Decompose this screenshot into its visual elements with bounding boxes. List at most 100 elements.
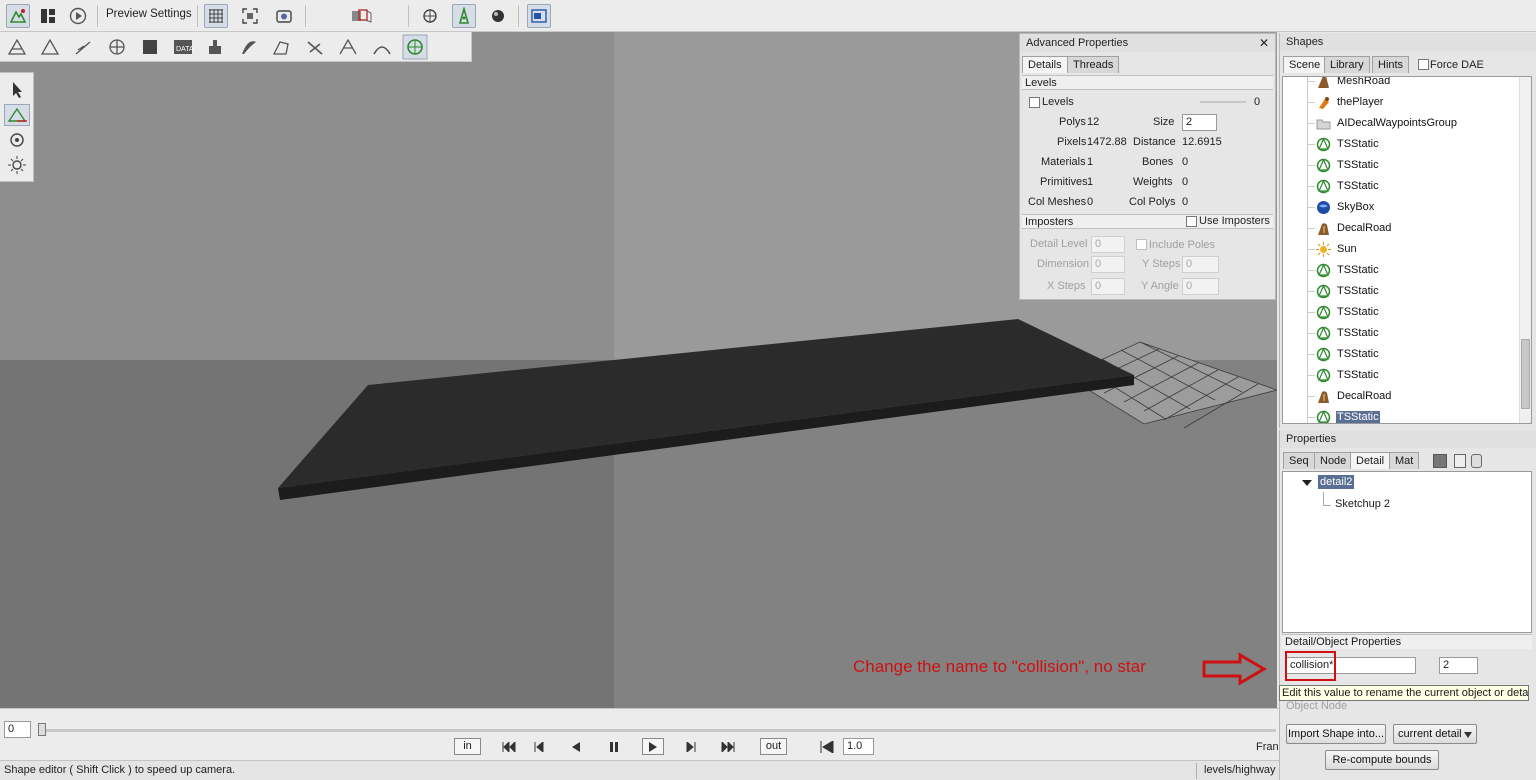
include-poles-checkbox[interactable] <box>1136 239 1147 250</box>
scene-tree-item-label: SkyBox <box>1337 201 1375 213</box>
current-detail-select[interactable]: current detail <box>1393 724 1477 744</box>
detail-tree[interactable]: detail2 Sketchup 2 <box>1282 471 1532 633</box>
save-icon[interactable] <box>1433 454 1447 468</box>
gui-editor-icon[interactable] <box>36 4 60 28</box>
level-path: levels/highway <box>1204 764 1276 776</box>
levels-slider[interactable] <box>1200 101 1246 103</box>
size-input[interactable]: 2 <box>1182 114 1217 131</box>
force-dae-checkbox[interactable] <box>1418 59 1429 70</box>
col-polys-label: Col Polys <box>1129 196 1176 208</box>
object-view-icon[interactable] <box>350 4 374 28</box>
fit-view-icon[interactable] <box>238 4 262 28</box>
grid-icon[interactable] <box>204 4 228 28</box>
delete-icon[interactable] <box>1471 454 1482 468</box>
x-steps-input[interactable]: 0 <box>1091 278 1125 295</box>
play-icon[interactable] <box>66 4 90 28</box>
scene-tree-item[interactable]: TSStatic <box>1283 260 1523 281</box>
skip-start-icon[interactable] <box>498 738 520 755</box>
levels-checkbox[interactable] <box>1029 97 1040 108</box>
y-steps-input[interactable]: 0 <box>1182 256 1219 273</box>
polys-value: 12 <box>1087 116 1100 128</box>
world-editor-icon[interactable] <box>6 4 30 28</box>
scene-tree-item-label: TSStatic <box>1336 411 1380 423</box>
player-icon <box>1316 95 1331 110</box>
scene-tree-item[interactable]: TSStatic <box>1283 407 1523 423</box>
skip-end-icon[interactable] <box>717 738 739 755</box>
timeline-slider[interactable] <box>40 729 1276 732</box>
step-forward-icon[interactable] <box>680 738 702 755</box>
preview-settings-label[interactable]: Preview Settings <box>106 8 192 20</box>
import-shape-button[interactable]: Import Shape into... <box>1286 724 1386 744</box>
status-text: Shape editor ( Shift Click ) to speed up… <box>4 764 236 776</box>
sketchup-node[interactable]: Sketchup 2 <box>1335 498 1390 510</box>
translate-gizmo-icon[interactable] <box>4 104 30 126</box>
tsstatic-palette-icon[interactable] <box>403 35 427 59</box>
scene-tree-item[interactable]: thePlayer <box>1283 92 1523 113</box>
scene-tree-item[interactable]: DecalRoad <box>1283 386 1523 407</box>
speed-input[interactable]: 1.0 <box>843 738 874 755</box>
speed-icon[interactable] <box>816 738 838 755</box>
select-icon[interactable] <box>418 4 442 28</box>
y-angle-input[interactable]: 0 <box>1182 278 1219 295</box>
window-icon[interactable] <box>527 4 551 28</box>
tab-mat[interactable]: Mat <box>1389 452 1420 469</box>
frame-input[interactable]: 0 <box>4 721 31 738</box>
out-button[interactable]: out <box>760 738 787 755</box>
close-icon[interactable]: ✕ <box>1259 36 1269 50</box>
current-detail-value: current detail <box>1398 728 1462 740</box>
scene-tree-item-label: DecalRoad <box>1337 222 1392 234</box>
status-bar: Shape editor ( Shift Click ) to speed up… <box>0 760 1279 780</box>
scene-tree-item-label: TSStatic <box>1337 285 1379 297</box>
new-detail-icon[interactable] <box>1454 454 1466 468</box>
tab-detail[interactable]: Detail <box>1350 452 1391 469</box>
camera-icon[interactable] <box>272 4 296 28</box>
recompute-bounds-button[interactable]: Re-compute bounds <box>1325 750 1439 770</box>
tab-library[interactable]: Library <box>1324 56 1370 73</box>
scene-tree-item[interactable]: TSStatic <box>1283 281 1523 302</box>
tab-details[interactable]: Details <box>1022 56 1068 73</box>
col-polys-value: 0 <box>1182 196 1189 208</box>
scene-tree-item[interactable]: SkyBox <box>1283 197 1523 218</box>
use-imposters-checkbox[interactable] <box>1186 216 1197 227</box>
in-button[interactable]: in <box>454 738 481 755</box>
dimension-input[interactable]: 0 <box>1091 256 1125 273</box>
tab-scene[interactable]: Scene <box>1283 56 1327 73</box>
detail-level-label: Detail Level <box>1030 238 1088 250</box>
scene-tree-item[interactable]: MeshRoad <box>1283 77 1523 92</box>
scene-tree-item[interactable]: TSStatic <box>1283 134 1523 155</box>
rename-tooltip: Edit this value to rename the current ob… <box>1279 685 1529 701</box>
scene-scrollbar[interactable] <box>1519 77 1531 423</box>
light-gizmo-icon[interactable] <box>6 154 28 176</box>
include-poles-label: Include Poles <box>1149 239 1216 251</box>
scene-tree-item[interactable]: TSStatic <box>1283 176 1523 197</box>
scene-tree-item[interactable]: TSStatic <box>1283 323 1523 344</box>
scene-tree-item[interactable]: TSStatic <box>1283 302 1523 323</box>
step-back-icon[interactable] <box>528 738 550 755</box>
expand-arrow-icon[interactable] <box>1301 478 1313 488</box>
decal-road-icon <box>1316 221 1331 236</box>
pause-icon[interactable] <box>603 738 625 755</box>
detail-level-input[interactable]: 0 <box>1091 236 1125 253</box>
move-icon[interactable] <box>452 4 476 28</box>
scene-tree-item[interactable]: AIDecalWaypointsGroup <box>1283 113 1523 134</box>
tab-threads[interactable]: Threads <box>1067 56 1120 73</box>
play-forward-icon[interactable] <box>642 738 664 755</box>
scene-tree-item[interactable]: DecalRoad <box>1283 218 1523 239</box>
distance-label: Distance <box>1133 136 1176 148</box>
scene-tree-item[interactable]: TSStatic <box>1283 344 1523 365</box>
timeline-handle[interactable] <box>38 723 46 736</box>
play-back-icon[interactable] <box>565 738 587 755</box>
tab-node[interactable]: Node <box>1314 452 1353 469</box>
sun-icon[interactable] <box>486 4 510 28</box>
scene-tree-item[interactable]: TSStatic <box>1283 155 1523 176</box>
tab-hints[interactable]: Hints <box>1372 56 1410 73</box>
rotate-gizmo-icon[interactable] <box>6 129 28 151</box>
scene-tree-item[interactable]: TSStatic <box>1283 365 1523 386</box>
detail-node[interactable]: detail2 <box>1318 475 1355 489</box>
detail-size-input[interactable]: 2 <box>1439 657 1478 674</box>
object-palette: DATA <box>0 32 472 62</box>
scene-tree[interactable]: MeshRoad thePlayer AIDecalWaypointsGroup TS… <box>1282 76 1532 424</box>
arrow-select-icon[interactable] <box>6 79 28 101</box>
tab-seq[interactable]: Seq <box>1283 452 1315 469</box>
scene-tree-item[interactable]: Sun <box>1283 239 1523 260</box>
